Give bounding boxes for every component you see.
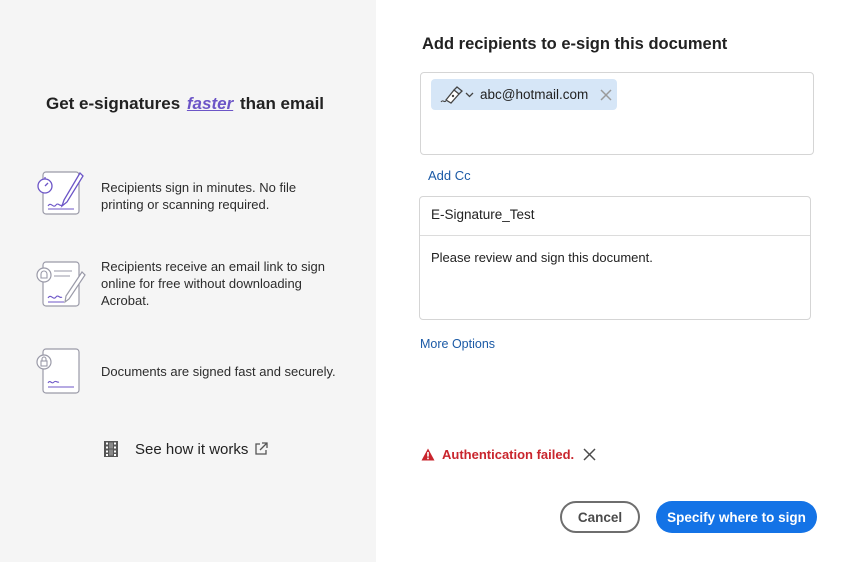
headline-pre: Get e-signatures <box>46 94 181 113</box>
headline: Get e-signatures faster than email <box>46 94 324 114</box>
feature-text: Recipients receive an email link to sign… <box>101 259 325 308</box>
subject-field[interactable]: E-Signature_Test <box>420 197 810 236</box>
cancel-button[interactable]: Cancel <box>560 501 640 533</box>
chevron-down-icon[interactable] <box>465 90 474 99</box>
see-how-it-works-link[interactable]: See how it works <box>103 438 269 460</box>
warning-icon <box>421 448 435 460</box>
headline-post: than email <box>239 94 325 113</box>
subject-value: E-Signature_Test <box>431 207 535 222</box>
left-panel: Get e-signatures faster than email Recip… <box>0 0 376 562</box>
signer-role-icon[interactable] <box>438 84 464 106</box>
more-options-link[interactable]: More Options <box>420 337 495 351</box>
error-text: Authentication failed. <box>442 446 575 462</box>
bell-pen-document-icon <box>36 261 86 307</box>
dialog-title: Add recipients to e-sign this document <box>422 35 728 53</box>
recipients-field[interactable]: abc@hotmail.com <box>420 72 814 155</box>
feature-text: Documents are signed fast and securely. <box>101 364 336 379</box>
close-icon[interactable] <box>583 447 596 461</box>
specify-where-to-sign-button[interactable]: Specify where to sign <box>656 501 817 533</box>
stopwatch-pen-document-icon <box>37 171 84 215</box>
film-icon <box>104 441 118 457</box>
lock-document-icon <box>36 348 80 394</box>
recipient-email: abc@hotmail.com <box>480 87 589 102</box>
message-field[interactable]: Please review and sign this document. <box>431 250 653 265</box>
feature-email-link: Recipients receive an email link to sign… <box>34 258 354 310</box>
feature-sign-minutes: Recipients sign in minutes. No file prin… <box>34 166 354 218</box>
feature-secure: Documents are signed fast and securely. <box>34 347 354 399</box>
add-cc-link[interactable]: Add Cc <box>428 168 471 183</box>
headline-emphasis: faster <box>186 94 234 113</box>
remove-recipient-icon[interactable] <box>600 88 612 101</box>
recipient-chip[interactable]: abc@hotmail.com <box>431 79 617 110</box>
see-how-label: See how it works <box>135 440 249 458</box>
feature-text: Recipients sign in minutes. No file prin… <box>101 180 297 212</box>
auth-error: Authentication failed. <box>421 444 596 464</box>
external-link-icon <box>255 442 269 455</box>
message-container: E-Signature_Test Please review and sign … <box>419 196 811 320</box>
